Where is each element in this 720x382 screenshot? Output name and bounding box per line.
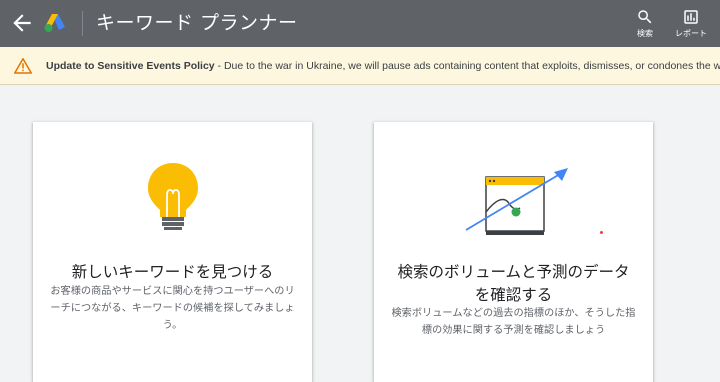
discover-keywords-card[interactable]: 新しいキーワードを見つける お客様の商品やサービスに関心を持つユーザーへのリーチ… [33, 122, 312, 382]
search-tool-label: 検索 [637, 29, 653, 38]
app-header: キーワード プランナー 検索 レポート [0, 0, 720, 47]
google-ads-logo-icon [44, 14, 65, 32]
report-tool-label: レポート [675, 29, 707, 38]
banner-body: - Due to the war in Ukraine, we will pau… [214, 60, 720, 72]
search-tool-button[interactable]: 検索 [625, 8, 665, 42]
volume-forecast-title: 検索のボリュームと予測のデータを確認する [397, 263, 630, 304]
lightbulb-icon [148, 163, 198, 230]
trend-chart-icon [465, 168, 568, 235]
warning-icon [14, 58, 32, 74]
policy-banner: Update to Sensitive Events Policy - Due … [0, 47, 720, 85]
discover-keywords-title: 新しいキーワードを見つける [71, 263, 274, 281]
page-title: キーワード プランナー [96, 12, 298, 34]
arrow-back-icon [13, 14, 31, 32]
volume-forecast-description: 検索ボリュームなどの過去の指標のほか、そうした指標の効果に関する予測を確認しまし… [391, 308, 636, 336]
volume-forecast-card[interactable]: 検索のボリュームと予測のデータを確認する 検索ボリュームなどの過去の指標のほか、… [374, 122, 653, 382]
bar-chart-icon [684, 10, 698, 24]
header-divider [82, 11, 83, 36]
banner-message: Update to Sensitive Events Policy - Due … [46, 59, 720, 73]
discover-keywords-description: お客様の商品やサービスに関心を持つユーザーへのリーチにつながる、キーワードの候補… [50, 286, 295, 331]
back-button[interactable] [9, 10, 35, 36]
report-tool-button[interactable]: レポート [671, 8, 711, 42]
search-icon [638, 10, 652, 24]
cursor-dot [600, 231, 603, 234]
banner-title[interactable]: Update to Sensitive Events Policy [46, 60, 215, 72]
